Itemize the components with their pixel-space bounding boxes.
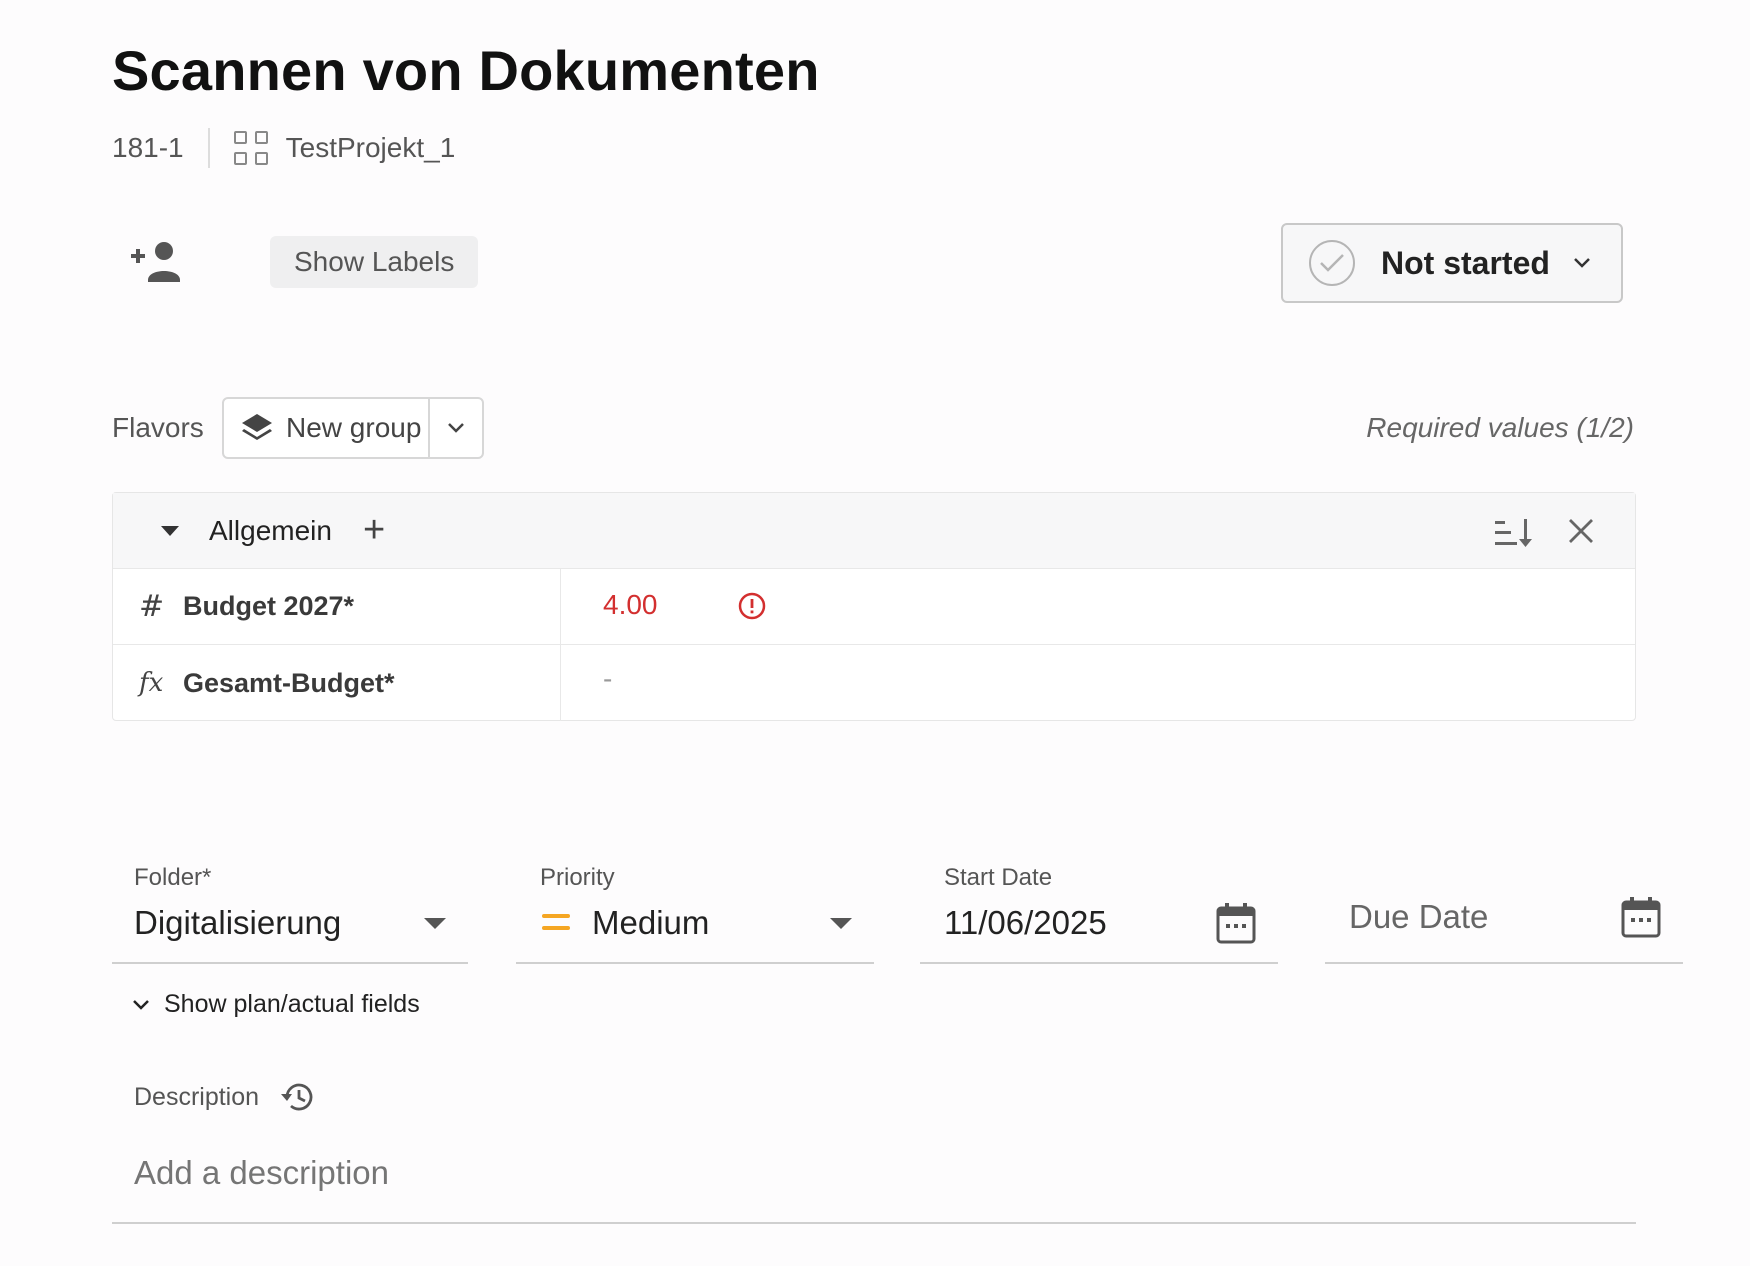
table-row: fx Gesamt-Budget* - xyxy=(113,645,1635,721)
error-icon xyxy=(738,592,766,620)
folder-select[interactable]: Folder* Digitalisierung xyxy=(112,864,468,964)
group-name: Allgemein xyxy=(209,515,332,546)
due-date-field[interactable]: Due Date xyxy=(1325,864,1683,964)
add-person-icon xyxy=(131,242,180,282)
close-icon[interactable] xyxy=(1567,517,1595,545)
flavors-label: Flavors xyxy=(112,412,204,443)
start-date-label: Start Date xyxy=(944,864,1053,891)
dropdown-triangle-icon xyxy=(424,917,446,929)
field-name-cell: fx Gesamt-Budget* xyxy=(113,645,561,721)
group-header: Allgemein + xyxy=(113,493,1635,569)
folder-label: Folder* xyxy=(134,864,212,891)
calendar-icon[interactable] xyxy=(1621,896,1661,938)
field-value[interactable]: 4.00 xyxy=(603,589,658,621)
status-dropdown[interactable]: Not started xyxy=(1281,223,1623,303)
description-underline xyxy=(112,1222,1636,1224)
new-group-dropdown-toggle[interactable] xyxy=(430,421,482,435)
collapse-triangle-icon[interactable] xyxy=(159,525,181,537)
priority-label: Priority xyxy=(540,864,615,891)
project-grid-icon xyxy=(233,131,268,165)
sort-icon[interactable] xyxy=(1493,517,1533,549)
chevron-down-icon xyxy=(133,999,149,1010)
show-plan-actual-label: Show plan/actual fields xyxy=(164,990,420,1018)
dropdown-triangle-icon xyxy=(830,917,852,929)
start-date-field[interactable]: Start Date 11/06/2025 xyxy=(920,864,1278,964)
field-value: - xyxy=(603,663,613,694)
field-name: Budget 2027* xyxy=(183,591,355,621)
due-date-placeholder: Due Date xyxy=(1349,898,1489,935)
number-hash-icon: # xyxy=(139,589,165,624)
description-label: Description xyxy=(134,1082,260,1111)
history-icon[interactable] xyxy=(279,1081,313,1113)
priority-value: Medium xyxy=(592,904,710,941)
field-name-cell: # Budget 2027* xyxy=(113,569,561,644)
new-group-split-button: New group xyxy=(222,397,484,459)
show-plan-actual-toggle[interactable]: Show plan/actual fields xyxy=(132,990,420,1019)
folder-value: Digitalisierung xyxy=(134,904,342,941)
layers-icon xyxy=(242,414,272,440)
chevron-down-icon xyxy=(1574,258,1590,268)
task-id: 181-1 xyxy=(112,132,184,163)
add-assignee-button[interactable] xyxy=(130,240,184,284)
required-values-indicator: Required values (1/2) xyxy=(1366,412,1634,443)
priority-select[interactable]: Priority Medium xyxy=(516,864,874,964)
status-check-icon xyxy=(1309,240,1355,286)
calendar-icon[interactable] xyxy=(1216,902,1256,944)
add-field-plus-icon[interactable]: + xyxy=(363,511,385,549)
project-name[interactable]: TestProjekt_1 xyxy=(286,132,456,164)
description-header: Description xyxy=(134,1081,313,1113)
page-title: Scannen von Dokumenten xyxy=(112,39,820,102)
chevron-down-icon xyxy=(448,423,464,433)
show-labels-button[interactable]: Show Labels xyxy=(270,236,479,288)
meta-divider xyxy=(207,128,210,168)
status-label: Not started xyxy=(1381,244,1550,281)
new-group-label: New group xyxy=(286,412,422,443)
new-group-button[interactable]: New group xyxy=(224,399,430,457)
priority-medium-icon xyxy=(542,913,570,933)
flavor-group-table: Allgemein + # Budget 2027* 4.00 fx Gesam… xyxy=(112,492,1636,721)
formula-icon: fx xyxy=(139,668,164,698)
task-meta: 181-1 TestProjekt_1 xyxy=(112,128,455,168)
description-input[interactable] xyxy=(134,1154,1614,1192)
table-row: # Budget 2027* 4.00 xyxy=(113,569,1635,645)
start-date-value: 11/06/2025 xyxy=(944,904,1107,941)
field-name: Gesamt-Budget* xyxy=(183,667,395,698)
